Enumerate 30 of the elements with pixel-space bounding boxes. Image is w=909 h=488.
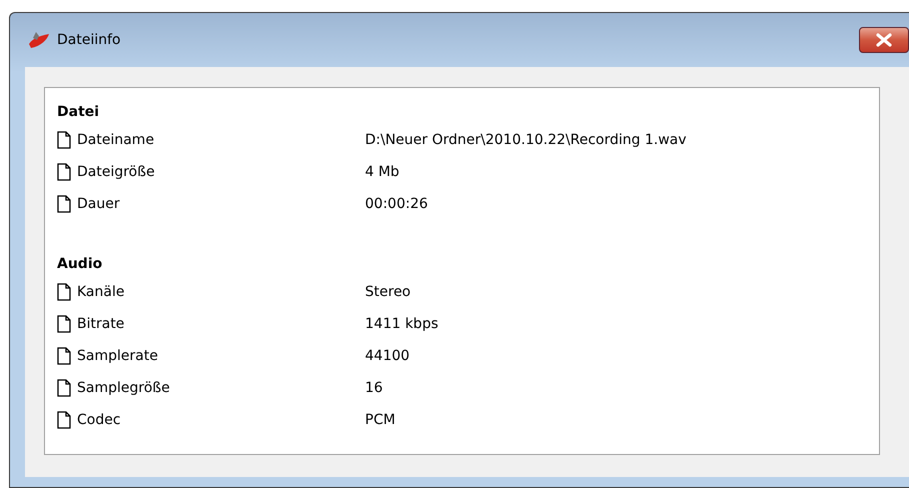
property-value: 16 xyxy=(365,380,383,396)
property-value: Stereo xyxy=(365,284,411,300)
document-icon xyxy=(57,379,71,397)
property-label: Dauer xyxy=(77,196,121,212)
property-value: PCM xyxy=(365,412,396,428)
property-label: Samplegröße xyxy=(77,380,171,396)
close-button[interactable] xyxy=(859,27,909,53)
document-icon xyxy=(57,411,71,429)
app-icon xyxy=(27,30,51,50)
property-value: 1411 kbps xyxy=(365,316,438,332)
property-label: Kanäle xyxy=(77,284,126,300)
document-icon xyxy=(57,163,71,181)
property-label: Codec xyxy=(77,412,122,428)
close-icon xyxy=(874,33,894,47)
document-icon xyxy=(57,131,71,149)
document-icon xyxy=(57,195,71,213)
property-value: 4 Mb xyxy=(365,164,400,180)
document-icon xyxy=(57,283,71,301)
property-value: 44100 xyxy=(365,348,410,364)
property-value: 00:00:26 xyxy=(365,196,428,212)
window-title: Dateiinfo xyxy=(57,32,121,48)
property-label: Samplerate xyxy=(77,348,159,364)
section-heading: Datei xyxy=(57,103,100,122)
document-icon xyxy=(57,347,71,365)
section-heading: Audio xyxy=(57,255,104,274)
property-label: Dateigröße xyxy=(77,164,156,180)
document-icon xyxy=(57,315,71,333)
property-label: Bitrate xyxy=(77,316,126,332)
property-label: Dateiname xyxy=(77,132,156,148)
property-value: D:\Neuer Ordner\2010.10.22\Recording 1.wav xyxy=(365,132,686,148)
